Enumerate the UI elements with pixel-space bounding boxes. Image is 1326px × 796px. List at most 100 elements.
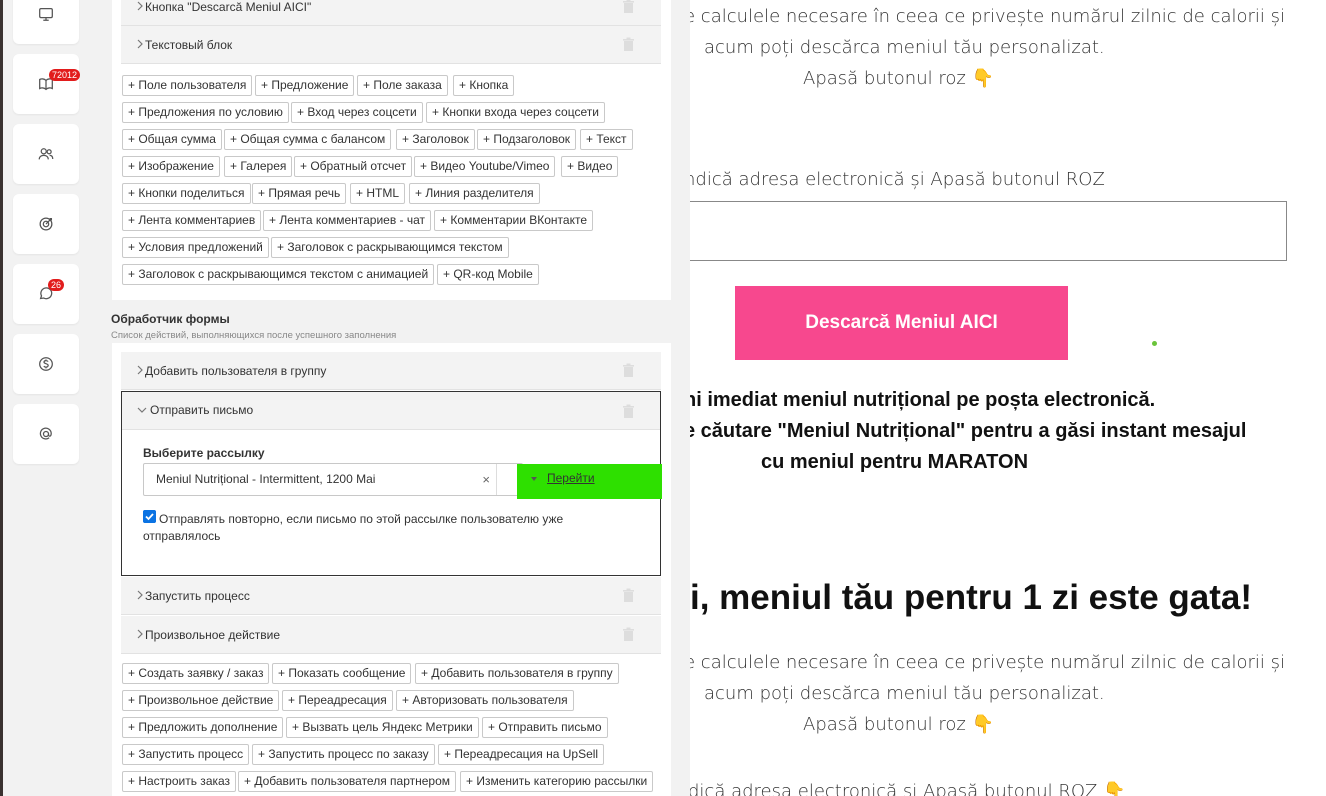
goto-link[interactable]: Перейти xyxy=(547,471,595,485)
chevron-right-icon xyxy=(137,365,143,375)
sidebar-item-contacts[interactable] xyxy=(13,404,79,464)
mailing-select[interactable]: Meniul Nutrițional - Intermittent, 1200 … xyxy=(143,463,523,496)
add-action-chip[interactable]: + Переадресация на UpSell xyxy=(438,744,605,765)
add-block-chip[interactable]: + Текст xyxy=(580,129,633,150)
users-icon xyxy=(38,148,54,160)
add-action-chip[interactable]: + Запустить процесс xyxy=(122,744,250,765)
resend-checkbox-label: Отправлять повторно, если письмо по этой… xyxy=(143,512,564,543)
add-block-chip[interactable]: + Подзаголовок xyxy=(477,129,577,150)
add-block-chip[interactable]: + Обратный отсчет xyxy=(294,156,413,177)
mailing-field-label: Выберите рассылку xyxy=(143,446,265,460)
preview-text: acum poți descărca meniul tău personaliz… xyxy=(704,683,1105,704)
chevron-down-icon[interactable] xyxy=(530,476,538,482)
chevron-right-icon xyxy=(137,629,143,639)
chevron-down-icon xyxy=(137,407,147,413)
preview-text: acum poți descărca meniul tău personaliz… xyxy=(704,37,1105,58)
add-block-chip[interactable]: + Общая сумма с балансом xyxy=(224,129,392,150)
monitor-icon xyxy=(39,7,53,21)
add-block-chip[interactable]: + Кнопки поделиться xyxy=(122,183,251,204)
add-action-chip[interactable]: + Отправить письмо xyxy=(482,717,608,738)
action-row-run-process[interactable]: Запустить процесс xyxy=(121,577,661,615)
action-row-label: Запустить процесс xyxy=(145,589,250,603)
action-row-label: Отправить письмо xyxy=(150,403,254,417)
green-dot xyxy=(1152,341,1157,346)
form-handler-subtitle: Список действий, выполняющихся после усп… xyxy=(111,330,397,341)
sidebar-item-finance[interactable] xyxy=(13,334,79,394)
preview-heading: i, meniul tău pentru 1 zi este gata! xyxy=(690,578,1253,617)
dollar-icon xyxy=(39,357,53,371)
chevron-right-icon xyxy=(137,590,143,600)
add-block-chip[interactable]: + Общая сумма xyxy=(122,129,222,150)
add-block-chip[interactable]: + Заголовок с раскрывающимся текстом с а… xyxy=(122,264,435,285)
preview-text: e calculele necesare în ceea ce privește… xyxy=(690,6,1286,27)
add-block-chip[interactable]: + Видео xyxy=(561,156,619,177)
add-action-chip[interactable]: + Произвольное действие xyxy=(122,690,280,711)
preview-info: ni imediat meniul nutrițional pe poșta e… xyxy=(690,389,1156,411)
add-block-chip[interactable]: + Заголовок с раскрывающимся текстом xyxy=(271,237,509,258)
preview-text: Apasă butonul roz 👇 xyxy=(803,68,994,89)
add-action-chip[interactable]: + Добавить пользователя партнером xyxy=(238,771,457,792)
add-action-chip[interactable]: + Настроить заказ xyxy=(122,771,237,792)
target-icon xyxy=(39,217,53,231)
trash-icon[interactable] xyxy=(622,588,635,603)
trash-icon[interactable] xyxy=(622,404,635,419)
sidebar-item-monitor[interactable] xyxy=(13,0,79,44)
add-block-chip[interactable]: + Поле пользователя xyxy=(122,75,253,96)
add-block-chip[interactable]: + HTML xyxy=(350,183,406,204)
add-action-chip[interactable]: + Вызвать цель Яндекс Метрики xyxy=(286,717,479,738)
sidebar-item-messages[interactable]: 26 xyxy=(13,264,79,324)
add-block-chip[interactable]: + Заголовок xyxy=(396,129,475,150)
action-row-header[interactable]: Отправить письмо xyxy=(122,392,660,430)
add-block-chip[interactable]: + Кнопка xyxy=(453,75,515,96)
chevron-right-icon xyxy=(137,1,143,11)
add-block-chip[interactable]: + Поле заказа xyxy=(357,75,448,96)
add-action-chip[interactable]: + Предложить дополнение xyxy=(122,717,284,738)
add-action-chip[interactable]: + Показать сообщение xyxy=(272,663,412,684)
block-row-text[interactable]: Текстовый блок xyxy=(121,26,661,64)
action-row-label: Произвольное действие xyxy=(145,628,281,642)
add-action-chip[interactable]: + Создать заявку / заказ xyxy=(122,663,270,684)
add-action-chip[interactable]: + Изменить категорию рассылки xyxy=(460,771,654,792)
add-block-chip[interactable]: + Предложения по условию xyxy=(122,102,289,123)
add-block-chip[interactable]: + Галерея xyxy=(224,156,293,177)
action-row-custom[interactable]: Произвольное действие xyxy=(121,616,661,654)
add-block-chip[interactable]: + Комментарии ВКонтакте xyxy=(434,210,594,231)
preview-text: Apasă butonul roz 👇 xyxy=(803,714,994,735)
email-input[interactable] xyxy=(690,201,1287,261)
trash-icon[interactable] xyxy=(622,0,635,14)
sidebar-item-users[interactable] xyxy=(13,124,79,184)
trash-icon[interactable] xyxy=(622,37,635,52)
clear-icon[interactable]: × xyxy=(482,472,490,487)
learning-badge: 72012 xyxy=(49,69,81,81)
preview-info: e căutare "Meniul Nutrițional" pentru a … xyxy=(690,420,1247,442)
trash-icon[interactable] xyxy=(622,363,635,378)
add-block-chip[interactable]: + Лента комментариев - чат xyxy=(263,210,432,231)
chevron-right-icon xyxy=(137,39,143,49)
download-menu-button[interactable]: Descarcă Meniul AICI xyxy=(735,286,1068,360)
preview-text: e calculele necesare în ceea ce privește… xyxy=(690,652,1286,673)
add-block-chip[interactable]: + QR-код Mobile xyxy=(437,264,539,285)
add-action-chip[interactable]: + Авторизовать пользователя xyxy=(396,690,574,711)
mailing-select-value: Meniul Nutrițional - Intermittent, 1200 … xyxy=(156,472,376,486)
add-block-chip[interactable]: + Линия разделителя xyxy=(409,183,540,204)
form-handler-title: Обработчик формы xyxy=(111,312,230,326)
sidebar-item-learning[interactable]: 72012 xyxy=(13,54,81,114)
add-block-chip[interactable]: + Кнопки входа через соцсети xyxy=(426,102,605,123)
sidebar: 72012 26 xyxy=(3,0,95,796)
add-block-chip[interactable]: + Условия предложений xyxy=(122,237,269,258)
add-block-chip[interactable]: + Лента комментариев xyxy=(122,210,262,231)
block-row-button[interactable]: Кнопка "Descarcă Meniul AICI" xyxy=(121,0,661,26)
add-block-chip[interactable]: + Прямая речь xyxy=(252,183,347,204)
add-action-chip[interactable]: + Переадресация xyxy=(282,690,393,711)
add-action-chip[interactable]: + Запустить процесс по заказу xyxy=(252,744,435,765)
trash-icon[interactable] xyxy=(622,627,635,642)
action-row-add-to-group[interactable]: Добавить пользователя в группу xyxy=(121,352,661,390)
add-block-chip[interactable]: + Видео Youtube/Vimeo xyxy=(414,156,556,177)
add-action-chip[interactable]: + Добавить пользователя в группу xyxy=(415,663,619,684)
sidebar-item-goals[interactable] xyxy=(13,194,79,254)
preview-info: cu meniul pentru MARATON xyxy=(761,451,1029,473)
add-block-chip[interactable]: + Предложение xyxy=(255,75,355,96)
add-block-chip[interactable]: + Вход через соцсети xyxy=(291,102,423,123)
email-prompt: ndică adresa electronică și Apasă butonu… xyxy=(690,169,1105,190)
add-block-chip[interactable]: + Изображение xyxy=(122,156,220,177)
